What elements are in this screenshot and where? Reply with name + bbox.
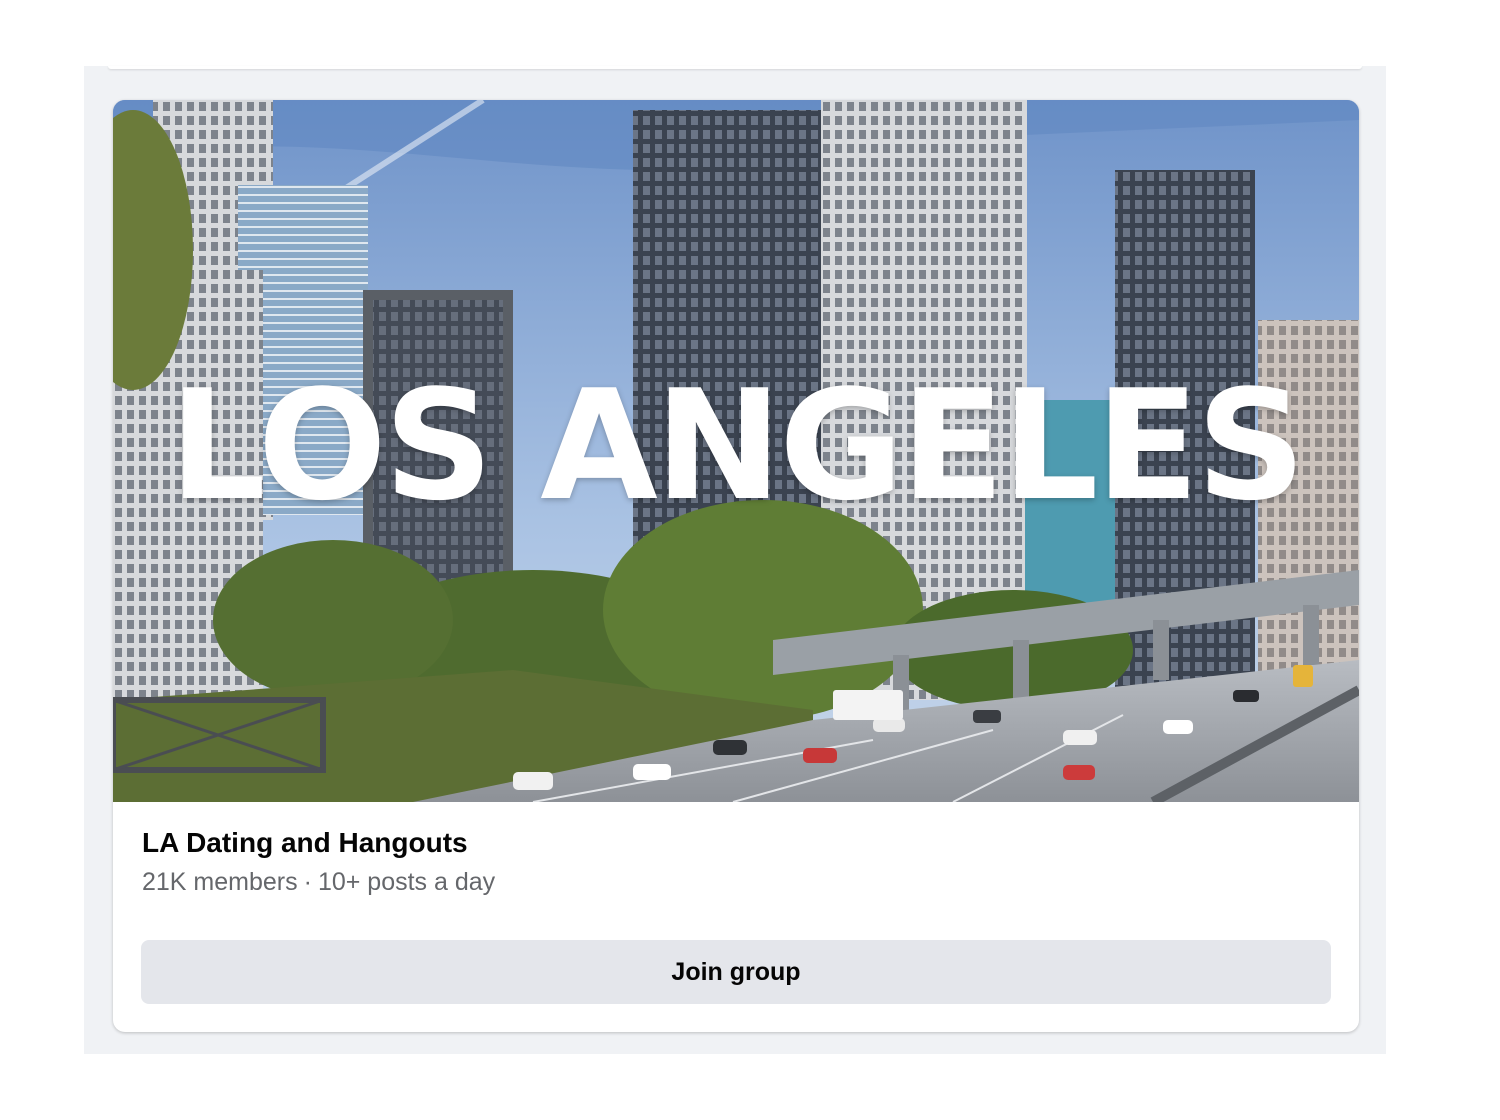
join-group-button[interactable]: Join group bbox=[141, 940, 1331, 1004]
group-name-link[interactable]: LA Dating and Hangouts bbox=[142, 826, 1330, 860]
previous-card-edge bbox=[108, 66, 1362, 69]
group-meta: 21K members · 10+ posts a day bbox=[142, 866, 1330, 898]
groups-feed-panel: LOS ANGELES LA Dating and Hangouts 21K m… bbox=[84, 66, 1386, 1054]
meta-separator: · bbox=[303, 868, 312, 896]
post-frequency: 10+ posts a day bbox=[317, 868, 496, 896]
group-suggestion-card: LOS ANGELES LA Dating and Hangouts 21K m… bbox=[113, 100, 1359, 1032]
group-cover-photo[interactable]: LOS ANGELES bbox=[113, 100, 1359, 802]
group-info: LA Dating and Hangouts 21K members · 10+ p… bbox=[113, 802, 1359, 898]
member-count: 21K members bbox=[142, 868, 298, 896]
cover-city-text: LOS ANGELES bbox=[169, 357, 1306, 534]
